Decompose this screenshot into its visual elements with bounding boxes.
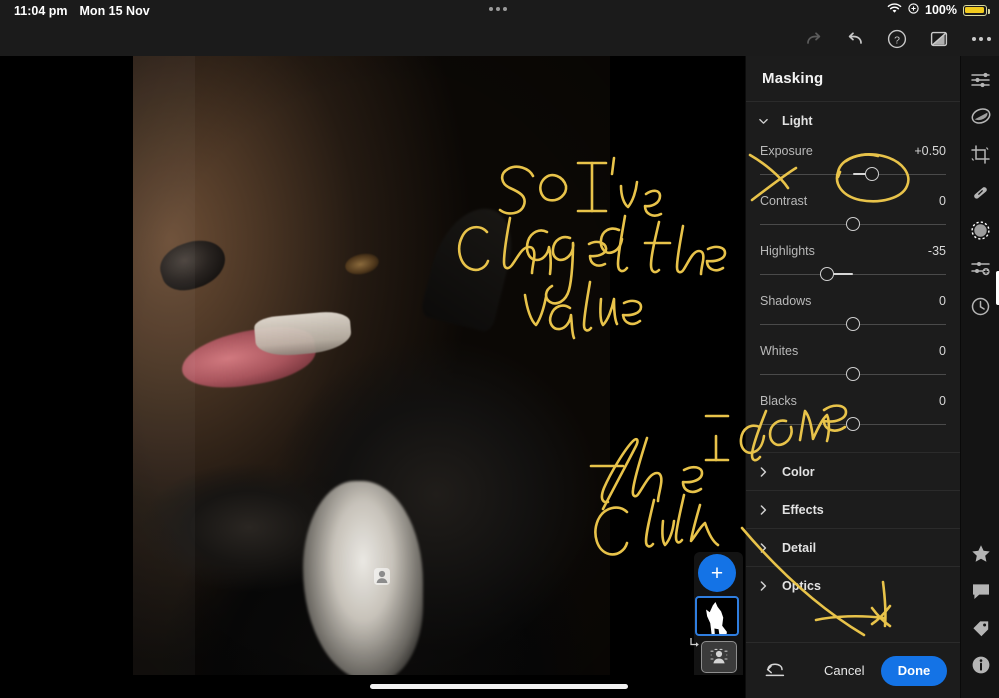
status-bar-right: 100% bbox=[887, 3, 990, 17]
home-indicator bbox=[370, 684, 628, 689]
slider-exposure-track[interactable] bbox=[760, 167, 946, 181]
slider-blacks-value: 0 bbox=[939, 394, 946, 408]
sub-mask-arrow-icon bbox=[689, 636, 701, 648]
status-date: Mon 15 Nov bbox=[79, 4, 150, 18]
section-detail-header[interactable]: Detail bbox=[746, 528, 960, 566]
chevron-right-icon bbox=[759, 466, 768, 477]
panel-header: Masking bbox=[746, 56, 960, 102]
slider-contrast-value: 0 bbox=[939, 194, 946, 208]
section-light-header[interactable]: Light bbox=[746, 102, 960, 140]
slider-contrast-label: Contrast bbox=[760, 194, 808, 208]
slider-shadows[interactable]: Shadows 0 bbox=[760, 294, 946, 331]
ipad-lightroom-screen: 11:04 pm Mon 15 Nov 100% ? + Masking Lig… bbox=[0, 0, 999, 698]
slider-blacks-track[interactable] bbox=[760, 417, 946, 431]
slider-exposure[interactable]: Exposure +0.50 bbox=[760, 144, 946, 181]
slider-exposure-label: Exposure bbox=[760, 144, 813, 158]
reset-icon[interactable] bbox=[764, 660, 786, 682]
chevron-right-icon bbox=[759, 504, 768, 515]
section-optics-header[interactable]: Optics bbox=[746, 566, 960, 604]
subject-pin-icon[interactable] bbox=[373, 567, 391, 586]
select-subject-sub-mask[interactable] bbox=[701, 641, 737, 673]
photo-canvas[interactable]: + bbox=[0, 56, 745, 675]
section-optics-label: Optics bbox=[782, 578, 821, 593]
section-color-header[interactable]: Color bbox=[746, 452, 960, 490]
slider-highlights-label: Highlights bbox=[760, 244, 815, 258]
help-circle-icon[interactable]: ? bbox=[887, 29, 907, 49]
section-light-label: Light bbox=[782, 114, 813, 128]
status-time: 11:04 pm bbox=[14, 4, 68, 18]
info-circle-icon[interactable] bbox=[961, 650, 999, 680]
star-rating-icon[interactable] bbox=[961, 538, 999, 568]
masking-icon[interactable] bbox=[961, 215, 999, 245]
slider-highlights-track[interactable] bbox=[760, 267, 946, 281]
keyword-tag-icon[interactable] bbox=[961, 613, 999, 643]
chevron-right-icon bbox=[759, 580, 768, 591]
redo-icon[interactable] bbox=[803, 29, 823, 49]
slider-whites-track[interactable] bbox=[760, 367, 946, 381]
undo-icon[interactable] bbox=[845, 29, 865, 49]
more-options-icon[interactable] bbox=[971, 29, 991, 49]
slider-shadows-label: Shadows bbox=[760, 294, 812, 308]
battery-percent: 100% bbox=[925, 3, 957, 17]
light-sliders: Exposure +0.50 Contrast 0 Highlights -35… bbox=[746, 140, 960, 452]
slider-shadows-track[interactable] bbox=[760, 317, 946, 331]
masking-panel: Masking Light Exposure +0.50 Contrast 0 … bbox=[745, 56, 961, 698]
slider-blacks-label: Blacks bbox=[760, 394, 797, 408]
chevron-down-icon bbox=[759, 118, 768, 125]
tool-rail bbox=[960, 56, 999, 698]
slider-shadows-value: 0 bbox=[939, 294, 946, 308]
panel-footer: Cancel Done bbox=[746, 642, 961, 698]
section-effects-label: Effects bbox=[782, 502, 824, 517]
location-icon bbox=[908, 3, 919, 17]
photo-image[interactable] bbox=[133, 56, 610, 675]
slider-whites-value: 0 bbox=[939, 344, 946, 358]
slider-contrast[interactable]: Contrast 0 bbox=[760, 194, 946, 231]
slider-whites[interactable]: Whites 0 bbox=[760, 344, 946, 381]
versions-icon[interactable] bbox=[961, 253, 999, 283]
presets-icon[interactable] bbox=[961, 101, 999, 131]
slider-exposure-value: +0.50 bbox=[914, 144, 946, 158]
slider-whites-label: Whites bbox=[760, 344, 799, 358]
add-mask-button[interactable]: + bbox=[698, 554, 736, 592]
done-button[interactable]: Done bbox=[881, 655, 947, 686]
status-bar-left: 11:04 pm Mon 15 Nov bbox=[14, 4, 150, 18]
app-toolbar: ? bbox=[0, 22, 999, 56]
panel-title: Masking bbox=[762, 70, 824, 87]
section-detail-label: Detail bbox=[782, 540, 817, 555]
comment-icon[interactable] bbox=[961, 576, 999, 606]
cancel-button[interactable]: Cancel bbox=[824, 663, 864, 678]
edit-sliders-icon[interactable] bbox=[961, 64, 999, 94]
crop-icon[interactable] bbox=[961, 139, 999, 169]
section-color-label: Color bbox=[782, 464, 815, 479]
battery-full-icon bbox=[963, 4, 990, 16]
healing-brush-icon[interactable] bbox=[961, 177, 999, 207]
slider-blacks[interactable]: Blacks 0 bbox=[760, 394, 946, 431]
slider-highlights-value: -35 bbox=[927, 244, 946, 258]
subject-mask-thumbnail[interactable] bbox=[695, 596, 739, 636]
compare-off-icon[interactable] bbox=[929, 29, 949, 49]
mask-overlay-edge bbox=[133, 56, 195, 675]
wifi-icon bbox=[887, 3, 902, 17]
slider-contrast-track[interactable] bbox=[760, 217, 946, 231]
section-effects-header[interactable]: Effects bbox=[746, 490, 960, 528]
status-bar: 11:04 pm Mon 15 Nov 100% bbox=[0, 0, 999, 22]
chevron-right-icon bbox=[759, 542, 768, 553]
history-clock-icon[interactable] bbox=[961, 291, 999, 321]
slider-highlights[interactable]: Highlights -35 bbox=[760, 244, 946, 281]
status-center-dots bbox=[489, 7, 507, 11]
svg-text:?: ? bbox=[894, 34, 900, 46]
